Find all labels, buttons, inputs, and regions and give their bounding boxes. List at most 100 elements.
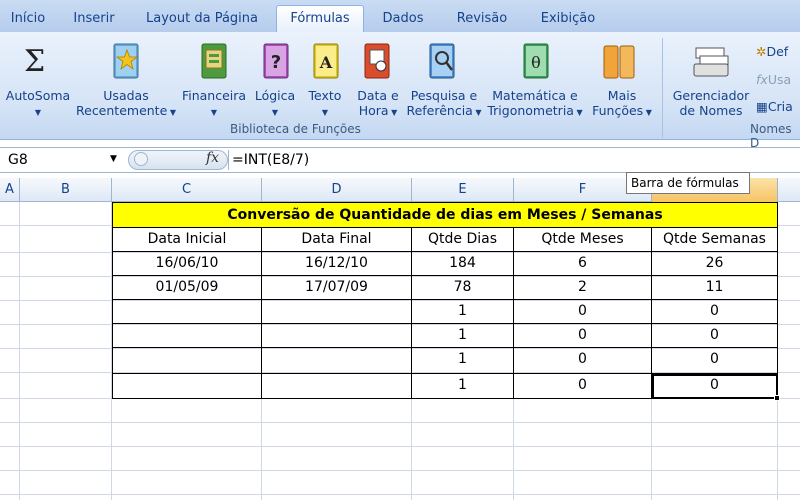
cell-end-date[interactable]: 16/12/10 — [262, 252, 412, 276]
svg-text:?: ? — [271, 52, 281, 73]
column-header-d[interactable]: D — [262, 178, 412, 202]
tab-revisao[interactable]: Revisão — [450, 6, 514, 32]
grid-icon: ▦ — [756, 99, 768, 114]
cell-months[interactable]: 0 — [514, 300, 652, 324]
gridline — [0, 446, 800, 447]
cell-start-date[interactable]: 01/05/09 — [112, 276, 262, 300]
function-library-group-label: Biblioteca de Funções — [230, 122, 361, 136]
insert-function-fx-icon[interactable]: fx — [206, 150, 219, 166]
text-label: Texto — [308, 88, 342, 103]
defined-names-group-label: Nomes D — [750, 122, 792, 150]
cell-end-date[interactable] — [262, 300, 412, 324]
cell-days[interactable]: 1 — [412, 348, 514, 374]
cell-days[interactable]: 1 — [412, 300, 514, 324]
cell-weeks[interactable]: 11 — [652, 276, 778, 300]
sheet-title-cell[interactable]: Conversão de Quantidade de dias em Meses… — [112, 202, 778, 228]
cell-end-date[interactable] — [262, 324, 412, 348]
more-functions-button[interactable]: Mais Funções ▼ — [588, 88, 656, 120]
math-book-icon: θ — [523, 43, 549, 79]
cell-days[interactable]: 78 — [412, 276, 514, 300]
lookup-label-1: Pesquisa e — [410, 88, 478, 103]
name-manager-button[interactable]: Gerenciador de Nomes — [670, 88, 752, 118]
financial-book-icon — [201, 43, 227, 79]
formula-bar-tooltip: Barra de fórmulas — [626, 172, 750, 194]
cell-days[interactable]: 1 — [412, 374, 514, 399]
cell-months[interactable]: 0 — [514, 374, 652, 399]
books-stack-icon — [603, 45, 635, 79]
formula-bar-divider — [228, 150, 229, 170]
chevron-down-icon: ▼ — [472, 108, 482, 117]
cell-end-date[interactable] — [262, 374, 412, 399]
math-trig-button[interactable]: Matemática e Trigonometria ▼ — [486, 88, 584, 120]
datetime-button[interactable]: Data e Hora ▼ — [352, 88, 404, 120]
chevron-down-icon: ▼ — [388, 108, 398, 117]
column-header-a[interactable]: A — [0, 178, 20, 202]
column-header-e[interactable]: E — [412, 178, 514, 202]
group-divider — [662, 38, 663, 138]
chevron-down-icon[interactable]: ▼ — [110, 154, 117, 164]
tab-formulas[interactable]: Fórmulas — [276, 5, 364, 32]
column-header-c[interactable]: C — [112, 178, 262, 202]
cell-start-date[interactable]: 16/06/10 — [112, 252, 262, 276]
logical-button[interactable]: Lógica ▼ — [252, 88, 298, 120]
cell-weeks[interactable]: 0 — [652, 300, 778, 324]
recently-used-label-2: Recentemente — [76, 103, 168, 118]
logical-book-icon: ? — [263, 43, 289, 79]
tab-exibicao[interactable]: Exibição — [534, 6, 602, 32]
autosum-label: AutoSoma — [5, 88, 71, 103]
tab-dados[interactable]: Dados — [374, 6, 432, 32]
tab-layout[interactable]: Layout da Página — [140, 6, 264, 32]
cell-end-date[interactable]: 17/07/09 — [262, 276, 412, 300]
lookup-button[interactable]: Pesquisa e Referência ▼ — [404, 88, 484, 120]
header-start-date[interactable]: Data Inicial — [112, 228, 262, 252]
more-label-1: Mais — [607, 88, 637, 103]
formula-input[interactable]: =INT(E8/7) — [232, 148, 309, 172]
fill-handle[interactable] — [774, 395, 780, 401]
column-header-b[interactable]: B — [20, 178, 112, 202]
tab-inserir[interactable]: Inserir — [64, 6, 124, 32]
cell-start-date[interactable] — [112, 324, 262, 348]
cell-months[interactable]: 2 — [514, 276, 652, 300]
datetime-book-icon — [364, 43, 390, 79]
create-from-selection-label: Cria — [767, 99, 793, 114]
cell-days[interactable]: 184 — [412, 252, 514, 276]
cell-start-date[interactable] — [112, 300, 262, 324]
cell-days[interactable]: 1 — [412, 324, 514, 348]
cell-start-date[interactable] — [112, 348, 262, 374]
define-name-icon: ✲ — [756, 44, 767, 59]
cell-weeks[interactable]: 26 — [652, 252, 778, 276]
fx-icon: fx — [756, 72, 768, 87]
gridline — [0, 422, 800, 423]
datetime-label-2: Hora — [358, 103, 389, 118]
svg-text:θ: θ — [531, 53, 541, 72]
header-months[interactable]: Qtde Meses — [514, 228, 652, 252]
tab-inicio[interactable]: Início — [2, 6, 54, 32]
gridline — [0, 494, 800, 495]
lookup-label-2: Referência — [406, 103, 473, 118]
name-manager-icon — [693, 47, 729, 77]
autosum-button[interactable]: AutoSoma ▼ — [2, 88, 74, 120]
chevron-down-icon: ▼ — [321, 108, 329, 117]
cell-end-date[interactable] — [262, 348, 412, 374]
financial-button[interactable]: Financeira ▼ — [180, 88, 248, 120]
cell-weeks[interactable]: 0 — [652, 348, 778, 374]
recently-used-button[interactable]: Usadas Recentemente ▼ — [74, 88, 178, 120]
header-weeks[interactable]: Qtde Semanas — [652, 228, 778, 252]
name-box[interactable]: G8 — [0, 148, 122, 172]
text-button[interactable]: Texto ▼ — [302, 88, 348, 120]
create-from-selection-button[interactable]: ▦Cria — [756, 99, 800, 114]
cell-weeks[interactable]: 0 — [652, 324, 778, 348]
name-manager-label-2: de Nomes — [679, 103, 743, 118]
define-name-button[interactable]: ✲Def — [756, 44, 800, 59]
lookup-book-icon — [429, 43, 455, 79]
header-end-date[interactable]: Data Final — [262, 228, 412, 252]
cell-months[interactable]: 6 — [514, 252, 652, 276]
text-book-icon: A — [313, 43, 339, 79]
name-manager-label-1: Gerenciador — [672, 88, 750, 103]
cell-start-date[interactable] — [112, 374, 262, 399]
cell-months[interactable]: 0 — [514, 348, 652, 374]
book-star-icon — [113, 43, 139, 79]
use-in-formula-button[interactable]: fxUsa — [756, 72, 800, 87]
header-days[interactable]: Qtde Dias — [412, 228, 514, 252]
cell-months[interactable]: 0 — [514, 324, 652, 348]
